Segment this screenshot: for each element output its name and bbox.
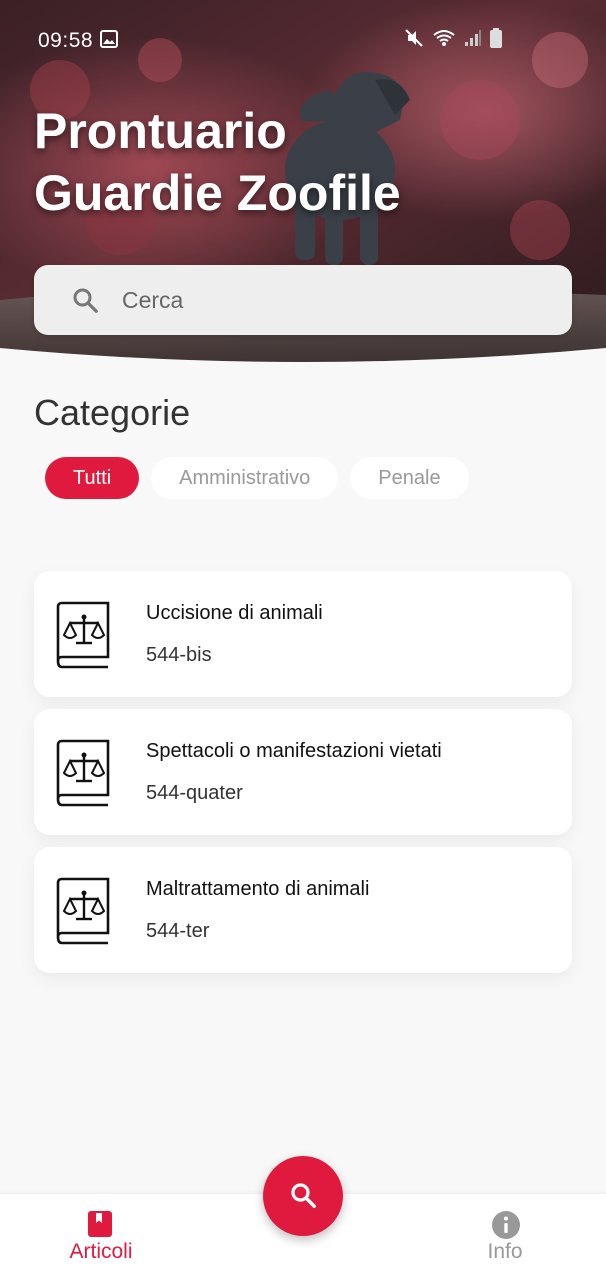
chip-amministrativo[interactable]: Amministrativo xyxy=(151,457,339,499)
search-fab-button[interactable] xyxy=(263,1156,343,1236)
chip-penale[interactable]: Penale xyxy=(350,457,469,499)
search-icon xyxy=(70,285,100,320)
bookmark-icon xyxy=(87,1210,113,1243)
article-card[interactable]: Spettacoli o manifestazioni vietati 544-… xyxy=(34,709,572,835)
article-code: 544-quater xyxy=(146,782,243,804)
search-icon xyxy=(288,1180,318,1213)
categories-title: Categorie xyxy=(34,392,191,433)
law-book-icon xyxy=(54,601,112,674)
law-book-icon xyxy=(54,739,112,812)
status-bar: 09:58 xyxy=(0,0,606,80)
chip-tutti[interactable]: Tutti xyxy=(45,457,140,499)
hero-header: 09:58 Prontuario Guardie Zoofile xyxy=(0,0,606,370)
article-title: Maltrattamento di animali xyxy=(146,878,370,900)
nav-label-info: Info xyxy=(487,1240,523,1263)
search-bar[interactable] xyxy=(34,265,572,335)
search-input[interactable] xyxy=(122,265,542,335)
image-notification-icon xyxy=(100,30,118,54)
category-chips: Tutti Amministrativo Penale xyxy=(45,457,469,499)
wifi-icon xyxy=(432,28,456,54)
signal-icon xyxy=(464,29,482,53)
app-title-line2: Guardie Zoofile xyxy=(34,165,401,221)
article-title: Uccisione di animali xyxy=(146,602,323,624)
article-card[interactable]: Uccisione di animali 544-bis xyxy=(34,571,572,697)
nav-label-articoli: Articoli xyxy=(69,1240,133,1263)
nav-item-info[interactable]: Info xyxy=(425,1194,585,1280)
article-card[interactable]: Maltrattamento di animali 544-ter xyxy=(34,847,572,973)
status-icons xyxy=(404,28,502,54)
article-title: Spettacoli o manifestazioni vietati xyxy=(146,740,442,762)
app-title: Prontuario Guardie Zoofile xyxy=(34,100,534,224)
status-time: 09:58 xyxy=(38,29,94,52)
battery-icon xyxy=(490,28,502,54)
mute-icon xyxy=(404,28,424,54)
article-code: 544-bis xyxy=(146,644,212,666)
law-book-icon xyxy=(54,877,112,950)
app-title-line1: Prontuario xyxy=(34,103,287,159)
article-code: 544-ter xyxy=(146,920,210,942)
nav-item-articoli[interactable]: Articoli xyxy=(21,1194,181,1280)
